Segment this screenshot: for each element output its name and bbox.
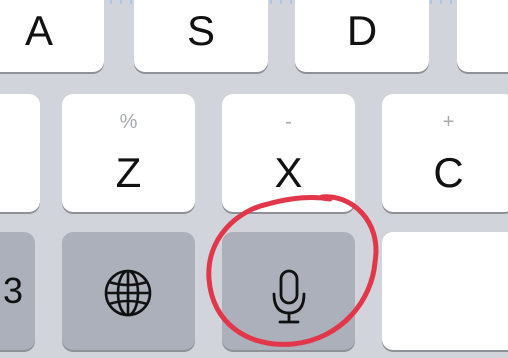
key-z-label: Z	[115, 149, 142, 196]
dictation-key[interactable]	[222, 232, 355, 350]
keyboard-screenshot: A S D % Z - X + C 3	[0, 0, 508, 358]
key-numbers-partial-label: 3	[2, 270, 23, 311]
key-c-alt-label: +	[442, 111, 455, 133]
key-c-label: C	[433, 149, 464, 196]
key-a-label: A	[25, 7, 54, 54]
key-f-partial[interactable]	[457, 0, 508, 72]
key-s-label: S	[186, 7, 215, 54]
key-shift-partial[interactable]	[0, 94, 40, 212]
globe-icon	[104, 269, 152, 317]
key-a[interactable]: A	[0, 0, 104, 72]
space-key[interactable]	[382, 232, 508, 350]
key-x-label: X	[274, 149, 303, 196]
key-d[interactable]: D	[295, 0, 429, 72]
key-x[interactable]: - X	[222, 94, 355, 212]
key-numbers-partial[interactable]: 3	[0, 232, 35, 350]
key-z-alt-label: %	[119, 111, 138, 133]
key-d-label: D	[346, 7, 378, 54]
key-x-alt-label: -	[285, 111, 292, 133]
globe-key[interactable]	[62, 232, 195, 350]
key-c[interactable]: + C	[382, 94, 508, 212]
key-s[interactable]: S	[134, 0, 268, 72]
microphone-icon	[272, 269, 306, 324]
key-z[interactable]: % Z	[62, 94, 195, 212]
